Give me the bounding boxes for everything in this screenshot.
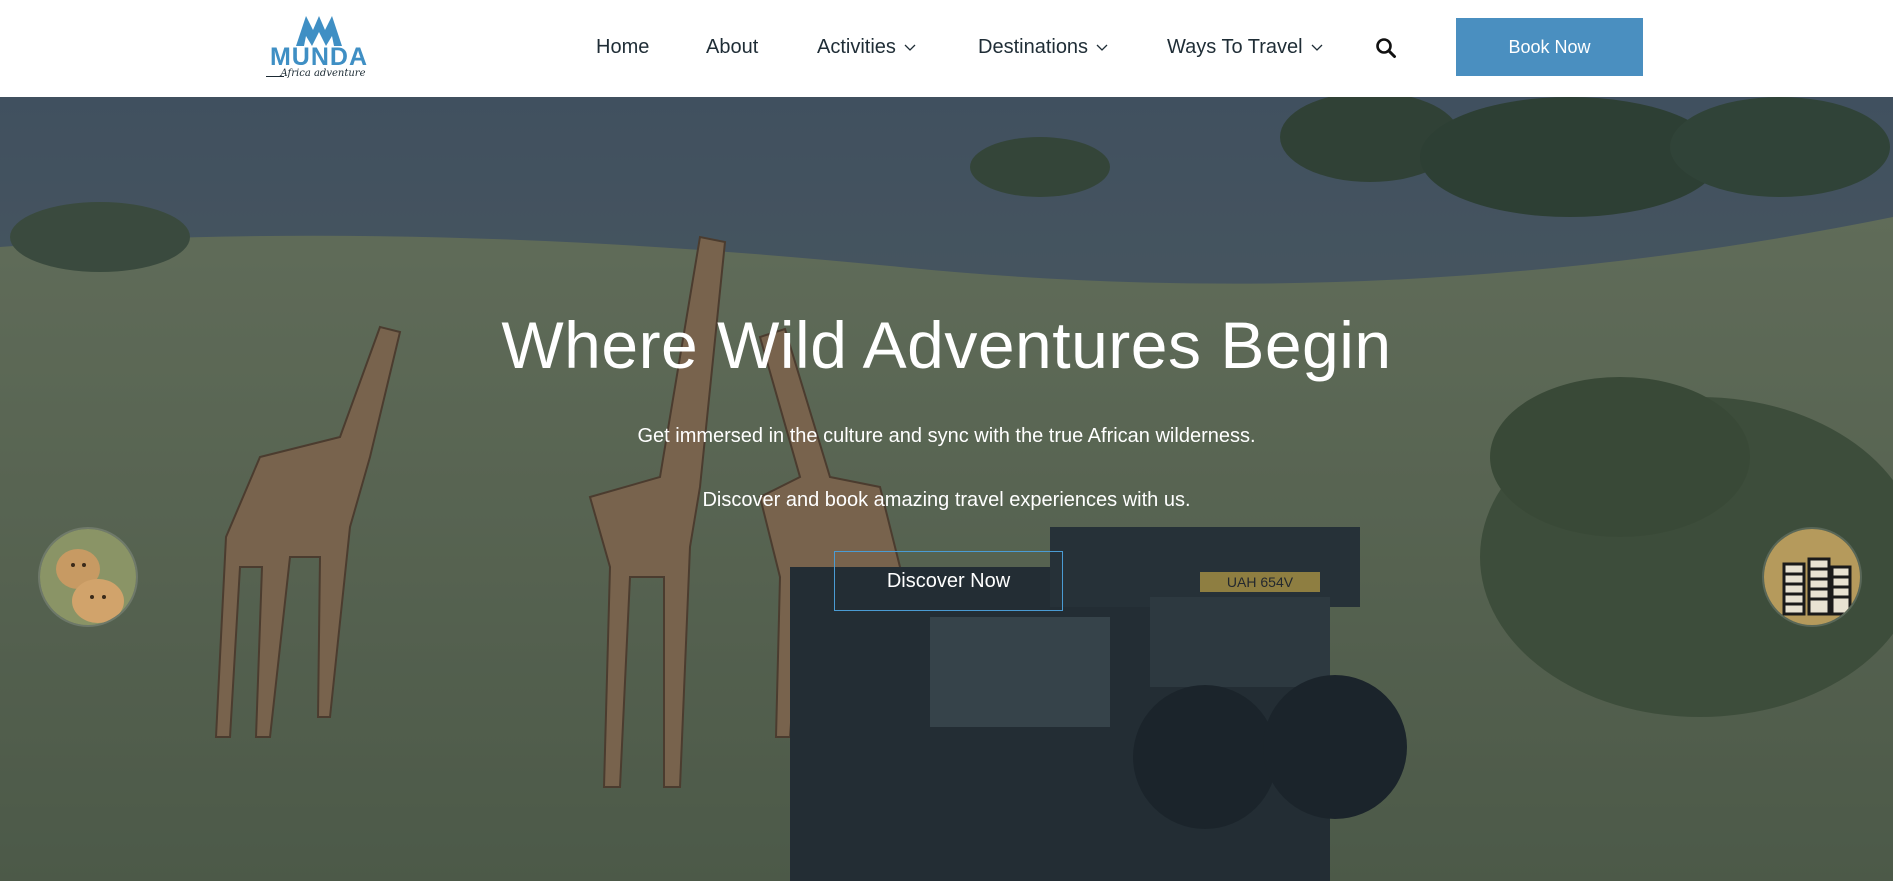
discover-now-button[interactable]: Discover Now (834, 551, 1063, 611)
mountain-peaks-icon (296, 16, 342, 46)
nav-item-label: Activities (817, 35, 896, 58)
next-slide-thumbnail[interactable] (1762, 527, 1862, 627)
chevron-down-icon (1311, 44, 1323, 51)
page: MUNDA Africa adventure Home About Activi… (0, 0, 1893, 881)
nav-item-activities[interactable]: Activities (817, 33, 917, 61)
chevron-down-icon (904, 44, 916, 51)
hero-title: Where Wild Adventures Begin (501, 308, 1392, 382)
nav-item-ways-to-travel[interactable]: Ways To Travel (1167, 33, 1324, 61)
logo-tagline: Africa adventure (280, 68, 366, 79)
search-icon[interactable] (1375, 37, 1397, 59)
nav-item-about[interactable]: About (706, 33, 758, 61)
nav-item-home[interactable]: Home (596, 33, 649, 61)
nav-item-label: About (706, 35, 759, 58)
nav-item-label: Home (596, 35, 650, 58)
lions-thumbnail-image (40, 529, 136, 625)
hero-section: UAH 654V Where Wild Adventures Begin Get… (0, 97, 1893, 881)
prev-slide-thumbnail[interactable] (38, 527, 138, 627)
nav-item-label: Destinations (978, 35, 1089, 58)
hero-subtitle-primary: Get immersed in the culture and sync wit… (637, 425, 1256, 447)
book-now-button[interactable]: Book Now (1456, 18, 1643, 76)
logo[interactable]: MUNDA Africa adventure (262, 10, 376, 86)
site-header: MUNDA Africa adventure Home About Activi… (0, 0, 1893, 97)
zebras-thumbnail-image (1764, 529, 1860, 625)
nav-item-label: Ways To Travel (1167, 35, 1303, 58)
nav-item-destinations[interactable]: Destinations (978, 33, 1109, 61)
chevron-down-icon (1096, 44, 1108, 51)
hero-subtitle-secondary: Discover and book amazing travel experie… (702, 489, 1191, 511)
